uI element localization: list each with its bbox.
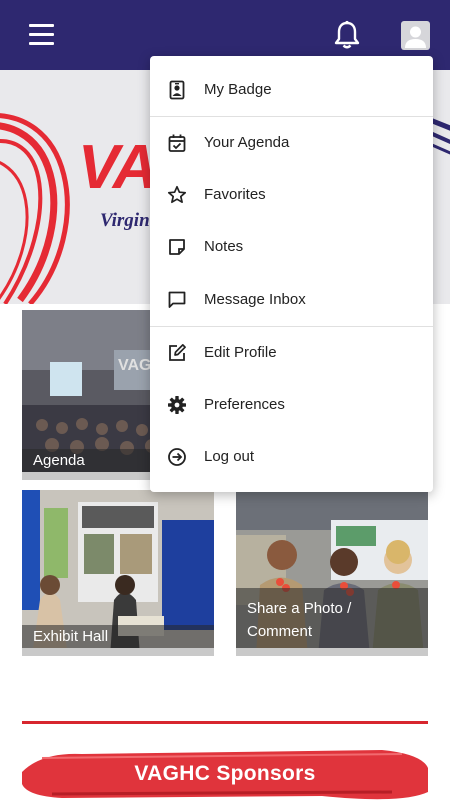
menu-item-label: Favorites	[204, 186, 266, 203]
menu-item-label: Your Agenda	[204, 134, 290, 151]
hero-tagline: Virgini	[100, 210, 155, 231]
menu-item-my-badge[interactable]: My Badge	[150, 67, 433, 113]
share-photo-tile[interactable]: Share a Photo / Comment	[236, 490, 428, 656]
hamburger-menu-icon[interactable]	[29, 23, 55, 45]
menu-item-label: Log out	[204, 448, 255, 465]
logout-icon	[168, 448, 186, 466]
menu-item-label: Preferences	[204, 396, 285, 413]
menu-divider	[150, 116, 433, 117]
menu-item-log-out[interactable]: Log out	[150, 434, 433, 480]
exhibit-hall-tile[interactable]: Exhibit Hall	[22, 490, 214, 656]
menu-item-favorites[interactable]: Favorites	[150, 172, 433, 218]
message-icon	[168, 291, 186, 308]
menu-item-label: My Badge	[204, 81, 272, 98]
sponsor-divider	[22, 721, 428, 724]
hero-logo-text: VA	[78, 133, 158, 202]
menu-item-label: Notes	[204, 238, 244, 255]
note-icon	[169, 239, 185, 255]
user-avatar-icon[interactable]	[401, 21, 430, 50]
gear-icon	[168, 396, 186, 414]
menu-item-edit-profile[interactable]: Edit Profile	[150, 330, 433, 376]
menu-item-message-inbox[interactable]: Message Inbox	[150, 277, 433, 323]
menu-item-notes[interactable]: Notes	[150, 224, 433, 270]
menu-item-label: Edit Profile	[204, 344, 277, 361]
tile-label: Exhibit Hall	[22, 625, 214, 648]
profile-dropdown-menu: My Badge Your Agenda Favorites Notes Mes…	[150, 56, 433, 492]
bell-icon[interactable]	[333, 20, 361, 50]
sponsor-banner: VAGHC Sponsors	[22, 744, 428, 800]
calendar-check-icon	[168, 134, 186, 152]
menu-item-label: Message Inbox	[204, 291, 306, 308]
svg-text:VAG: VAG	[118, 357, 151, 374]
menu-item-your-agenda[interactable]: Your Agenda	[150, 120, 433, 166]
menu-item-preferences[interactable]: Preferences	[150, 382, 433, 428]
menu-divider	[150, 326, 433, 327]
edit-icon	[169, 344, 186, 361]
sponsors-title: VAGHC Sponsors	[134, 762, 316, 785]
star-icon	[167, 185, 187, 204]
badge-icon	[169, 80, 185, 100]
tile-label: Share a Photo / Comment	[236, 588, 428, 648]
